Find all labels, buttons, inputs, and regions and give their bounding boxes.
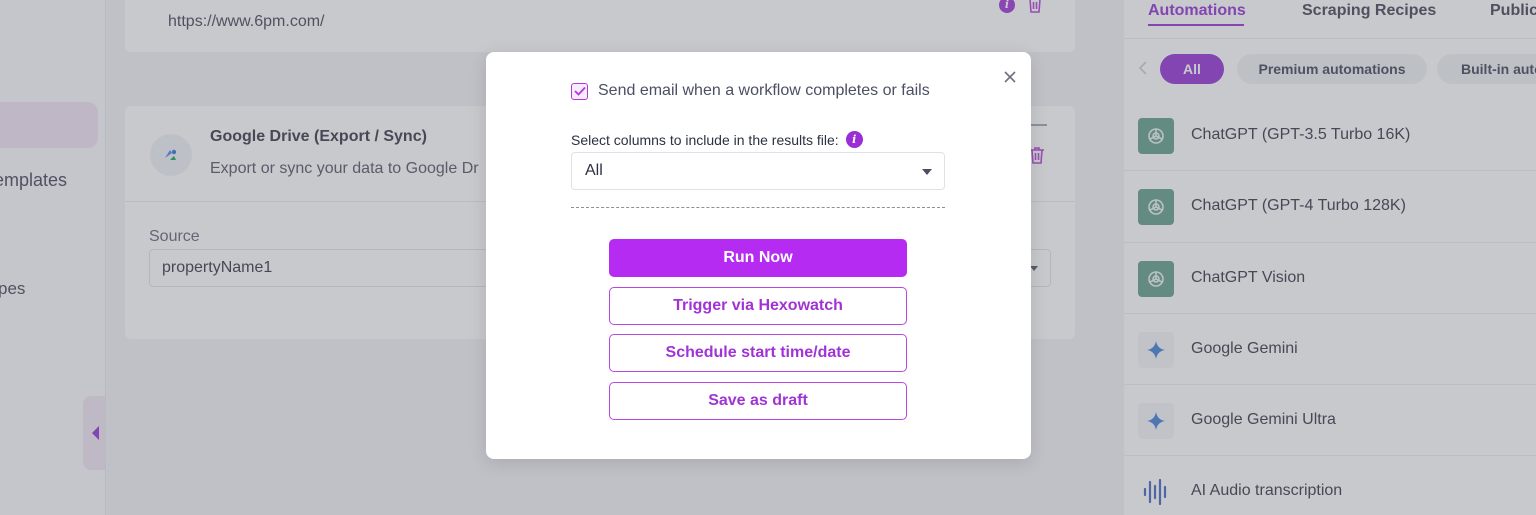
checkmark-icon xyxy=(573,86,586,96)
columns-select[interactable]: All xyxy=(571,152,945,190)
columns-label-row: Select columns to include in the results… xyxy=(571,131,863,148)
close-icon[interactable] xyxy=(1002,69,1018,85)
email-checkbox[interactable] xyxy=(571,82,588,100)
columns-select-value: All xyxy=(585,162,603,179)
columns-label: Select columns to include in the results… xyxy=(571,131,839,148)
caret-down-icon xyxy=(922,169,932,175)
save-draft-button[interactable]: Save as draft xyxy=(609,382,907,420)
dashed-divider xyxy=(571,207,945,208)
run-workflow-modal: Send email when a workflow completes or … xyxy=(486,52,1031,459)
schedule-button[interactable]: Schedule start time/date xyxy=(609,334,907,372)
email-checkbox-label[interactable]: Send email when a workflow completes or … xyxy=(598,82,930,100)
run-now-button[interactable]: Run Now xyxy=(609,239,907,277)
info-icon[interactable]: i xyxy=(845,131,863,148)
trigger-hexowatch-button[interactable]: Trigger via Hexowatch xyxy=(609,287,907,325)
email-notification-row: Send email when a workflow completes or … xyxy=(571,82,930,100)
